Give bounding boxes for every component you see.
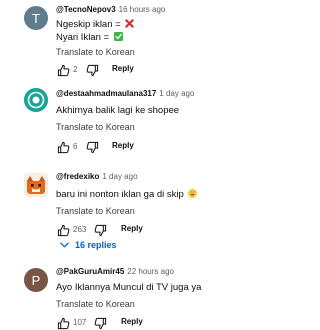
cross-mark-icon xyxy=(125,19,135,28)
comment-text: Ayo Iklannya Muncul di TV juga ya xyxy=(56,282,202,293)
avatar[interactable] xyxy=(24,88,48,112)
replies-count-label: 16 replies xyxy=(75,240,117,250)
check-mark-icon xyxy=(113,32,123,41)
like-count: 263 xyxy=(73,225,87,234)
like-icon[interactable] xyxy=(56,140,70,154)
avatar-letter: P xyxy=(31,272,41,288)
avatar-image xyxy=(24,88,48,112)
like-icon[interactable] xyxy=(56,223,70,237)
avatar-image xyxy=(24,173,48,197)
like-count: 2 xyxy=(73,65,78,74)
like-count: 107 xyxy=(73,318,87,327)
chevron-down-icon xyxy=(60,242,69,248)
translate-link[interactable]: Translate to Korean xyxy=(56,205,285,217)
dislike-icon[interactable] xyxy=(85,63,99,77)
comment-author[interactable]: @destaahmadmaulana317 xyxy=(56,89,156,98)
comment-time[interactable]: 1 day ago xyxy=(159,89,194,98)
comment-line: baru ini nonton iklan ga di skip xyxy=(56,189,184,200)
avatar[interactable]: T xyxy=(24,6,48,30)
grinning-sweat-emoji-icon xyxy=(188,189,198,198)
avatar-letter: T xyxy=(32,10,40,26)
translate-link[interactable]: Translate to Korean xyxy=(56,298,285,310)
dislike-icon[interactable] xyxy=(93,316,107,330)
comment-line: Nyari Iklan = xyxy=(56,32,110,43)
like-count: 6 xyxy=(73,142,78,151)
reply-button[interactable]: Reply xyxy=(121,224,143,233)
view-replies-button[interactable]: 16 replies xyxy=(60,240,117,250)
reply-button[interactable]: Reply xyxy=(112,141,134,150)
comment-text: Akhirnya balik lagi ke shopee xyxy=(56,105,180,116)
reply-button[interactable]: Reply xyxy=(112,64,134,73)
translate-link[interactable]: Translate to Korean xyxy=(56,46,285,58)
comment-time[interactable]: 16 hours ago xyxy=(119,5,166,14)
comment-time[interactable]: 22 hours ago xyxy=(127,267,174,276)
comment-text: Nyari Iklan = xyxy=(56,31,285,44)
comment-author[interactable]: @fredexiko xyxy=(56,172,99,181)
translate-link[interactable]: Translate to Korean xyxy=(56,121,285,133)
dislike-icon[interactable] xyxy=(85,140,99,154)
comment-author[interactable]: @PakGuruAmir45 xyxy=(56,267,124,276)
comment-line: Ngeskip iklan = xyxy=(56,19,121,30)
comment-time[interactable]: 1 day ago xyxy=(102,172,137,181)
reply-button[interactable]: Reply xyxy=(121,317,143,326)
dislike-icon[interactable] xyxy=(93,223,107,237)
comment-text: Ngeskip iklan = xyxy=(56,18,285,31)
like-icon[interactable] xyxy=(56,63,70,77)
like-icon[interactable] xyxy=(56,316,70,330)
comment-text: baru ini nonton iklan ga di skip xyxy=(56,188,285,201)
avatar[interactable] xyxy=(24,173,48,197)
comment-author[interactable]: @TecnoNepov3 xyxy=(56,5,116,14)
avatar[interactable]: P xyxy=(24,268,48,292)
